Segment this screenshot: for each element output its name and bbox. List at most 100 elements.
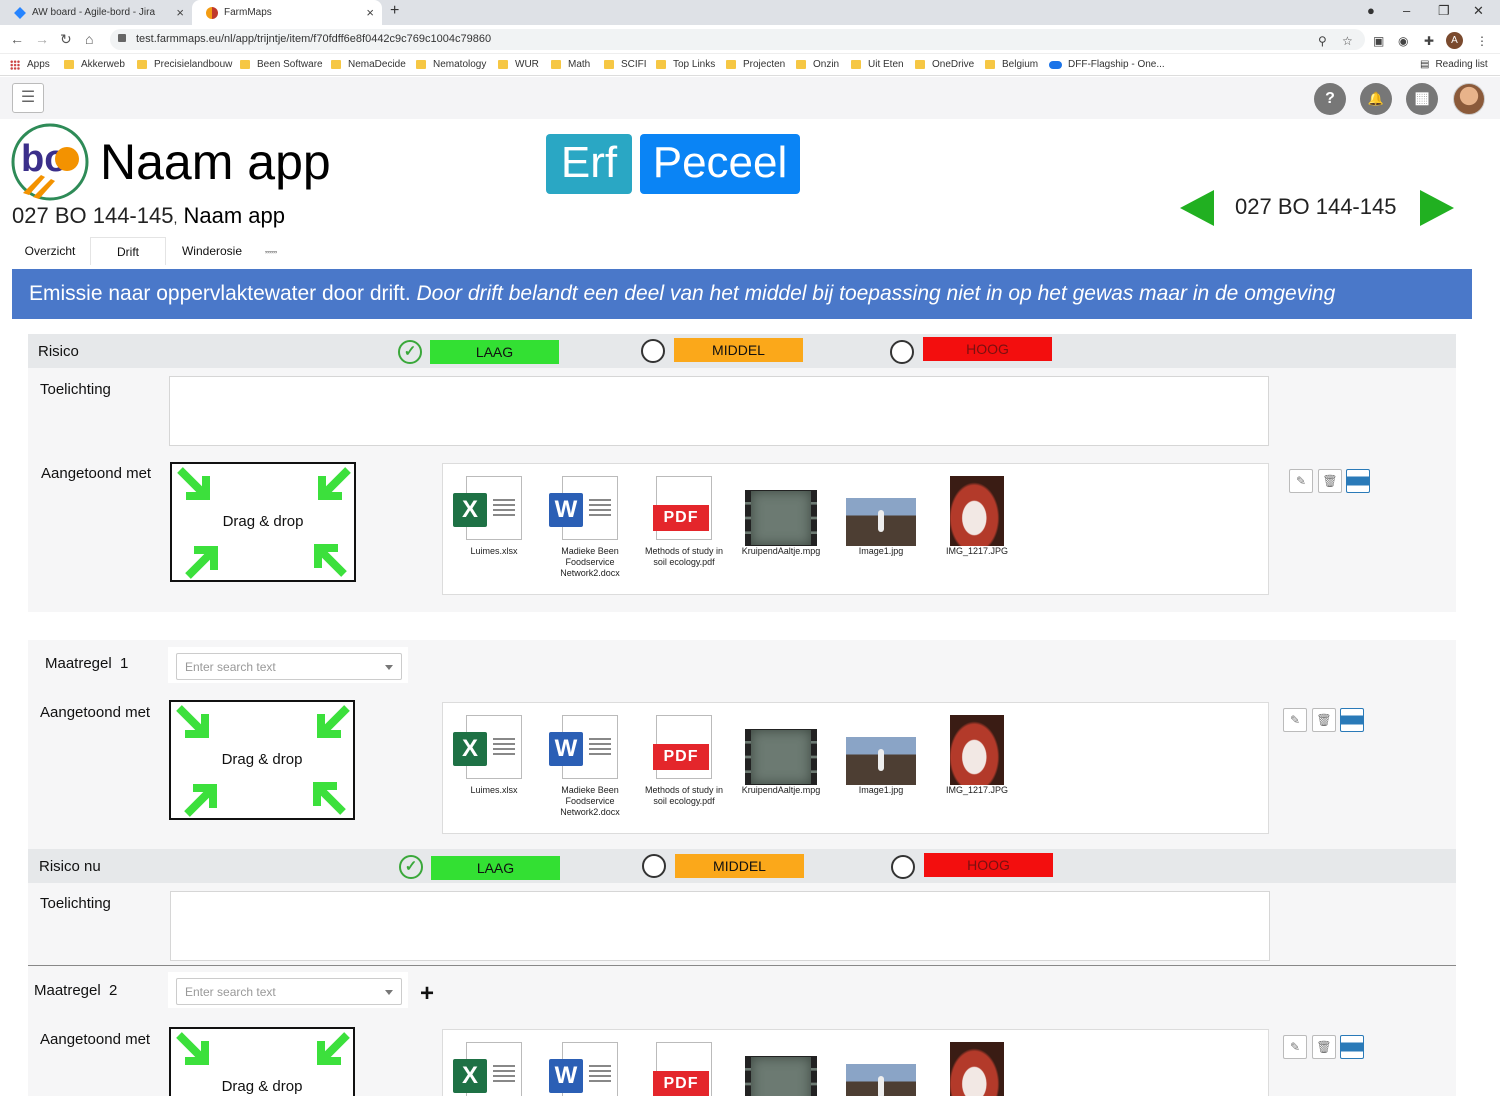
reading-list[interactable]: ▤ Reading list	[1420, 59, 1488, 70]
erf-button[interactable]: Erf	[546, 134, 632, 194]
next-arrow-icon[interactable]	[1420, 190, 1454, 226]
browser-tab-farmmaps[interactable]: FarmMaps ×	[192, 0, 382, 25]
edit-icon[interactable]: ✎	[1283, 1035, 1307, 1059]
bookmark-item[interactable]: NemaDecide	[331, 59, 406, 70]
risk-hoog[interactable]: HOOG	[924, 853, 1053, 877]
puzzle-icon[interactable]: ✚	[1424, 34, 1434, 48]
toelichting-textarea[interactable]	[170, 891, 1270, 961]
bookmark-item[interactable]: Math	[551, 59, 590, 70]
file-item[interactable]: X Luimes.xlsx	[449, 715, 539, 796]
extension-icon[interactable]: ◉	[1398, 34, 1408, 48]
restore-icon[interactable]: ❐	[1438, 3, 1450, 19]
bookmark-apps[interactable]: Apps	[10, 59, 50, 70]
new-tab-button[interactable]: +	[390, 2, 399, 20]
user-avatar[interactable]	[1453, 83, 1485, 115]
file-item[interactable]: PDF	[639, 1042, 729, 1096]
tab-winderosie[interactable]: Winderosie	[172, 237, 252, 265]
previous-arrow-icon[interactable]	[1180, 190, 1214, 226]
bookmark-item[interactable]: Onzin	[796, 59, 839, 70]
radio-middel[interactable]	[641, 339, 665, 363]
perceel-button[interactable]: Peceel	[640, 134, 800, 194]
home-icon[interactable]: ⌂	[85, 31, 93, 47]
toelichting-textarea[interactable]	[169, 376, 1269, 446]
risk-middel[interactable]: MIDDEL	[674, 338, 803, 362]
trash-icon[interactable]: 🗑	[1312, 1035, 1336, 1059]
url-field[interactable]: test.farmmaps.eu/nl/app/trijntje/item/f7…	[110, 29, 1365, 50]
risk-laag[interactable]: LAAG	[431, 856, 560, 880]
bookmark-item[interactable]: Nematology	[416, 59, 486, 70]
file-item[interactable]: KruipendAaltje.mpg	[736, 476, 826, 557]
file-item[interactable]: W Madieke Been Foodservice Network2.docx	[545, 715, 635, 818]
chevron-down-icon[interactable]	[385, 990, 393, 995]
checked-radio-icon[interactable]: ✓	[399, 855, 423, 879]
file-item[interactable]: PDF Methods of study in soil ecology.pdf	[639, 715, 729, 807]
risk-middel[interactable]: MIDDEL	[675, 854, 804, 878]
window-close-icon[interactable]: ✕	[1473, 3, 1484, 19]
tab-drift[interactable]: Drift	[90, 237, 166, 265]
chevron-down-icon[interactable]	[385, 665, 393, 670]
browser-tab-jira[interactable]: AW board - Agile-bord - Jira ×	[0, 0, 192, 25]
star-icon[interactable]: ☆	[1342, 34, 1353, 48]
file-item[interactable]	[836, 1042, 926, 1096]
bookmark-item[interactable]: Top Links	[656, 59, 715, 70]
edit-icon[interactable]: ✎	[1283, 708, 1307, 732]
file-item[interactable]: IMG_1217.JPG	[932, 476, 1022, 557]
radio-hoog[interactable]	[890, 340, 914, 364]
close-icon[interactable]: ×	[176, 5, 184, 20]
profile-avatar[interactable]: A	[1446, 32, 1463, 49]
trash-icon[interactable]: 🗑	[1318, 469, 1342, 493]
back-icon[interactable]: ←	[10, 31, 24, 47]
radio-hoog[interactable]	[891, 855, 915, 879]
bookmark-item[interactable]: Been Software	[240, 59, 323, 70]
file-item[interactable]: X	[449, 1042, 539, 1096]
minimize-icon[interactable]: –	[1403, 3, 1410, 18]
image-icon[interactable]	[1346, 469, 1370, 493]
drag-drop-zone[interactable]: Drag & drop	[169, 700, 355, 820]
file-item[interactable]: W Madieke Been Foodservice Network2.docx	[545, 476, 635, 579]
tab-search-icon[interactable]: ●	[1367, 3, 1375, 18]
bookmark-item[interactable]: Belgium	[985, 59, 1038, 70]
extension-icon[interactable]: ▣	[1373, 34, 1384, 48]
file-item[interactable]: Image1.jpg	[836, 715, 926, 796]
image-icon[interactable]	[1340, 1035, 1364, 1059]
help-icon[interactable]: ?	[1314, 83, 1346, 115]
add-measure-button[interactable]: +	[420, 980, 434, 1008]
file-item[interactable]	[932, 1042, 1022, 1096]
checked-radio-icon[interactable]: ✓	[398, 340, 422, 364]
trash-icon[interactable]: 🗑	[1312, 708, 1336, 732]
reload-icon[interactable]: ↻	[60, 31, 72, 48]
drag-drop-zone[interactable]: Drag & drop	[169, 1027, 355, 1096]
close-icon[interactable]: ×	[366, 5, 374, 20]
file-item[interactable]	[736, 1042, 826, 1096]
bookmark-item[interactable]: Projecten	[726, 59, 785, 70]
radio-middel[interactable]	[642, 854, 666, 878]
drag-drop-zone[interactable]: Drag & drop	[170, 462, 356, 582]
tab-more[interactable]: ‚‚‚‚‚‚	[256, 237, 286, 265]
bookmark-item[interactable]: WUR	[498, 59, 539, 70]
file-item[interactable]: KruipendAaltje.mpg	[736, 715, 826, 796]
risk-laag[interactable]: LAAG	[430, 340, 559, 364]
file-item[interactable]: X Luimes.xlsx	[449, 476, 539, 557]
maatregel-1-search[interactable]: Enter search text	[176, 653, 402, 680]
file-item[interactable]: IMG_1217.JPG	[932, 715, 1022, 796]
bookmark-item[interactable]: OneDrive	[915, 59, 974, 70]
bookmark-item[interactable]: DFF-Flagship - One...	[1049, 59, 1165, 70]
file-item[interactable]: Image1.jpg	[836, 476, 926, 557]
tab-overzicht[interactable]: Overzicht	[12, 237, 88, 265]
location-icon[interactable]: ⚲	[1318, 34, 1327, 48]
file-item[interactable]: W	[545, 1042, 635, 1096]
maatregel-2-search[interactable]: Enter search text	[176, 978, 402, 1005]
forward-icon[interactable]: →	[35, 31, 49, 47]
bookmark-item[interactable]: Uit Eten	[851, 59, 904, 70]
hamburger-menu-icon[interactable]: ☰	[12, 83, 44, 113]
apps-grid-icon[interactable]: ▦	[1406, 83, 1438, 115]
bookmark-item[interactable]: Akkerweb	[64, 59, 125, 70]
file-item[interactable]: PDF Methods of study in soil ecology.pdf	[639, 476, 729, 568]
edit-icon[interactable]: ✎	[1289, 469, 1313, 493]
bookmark-item[interactable]: Precisielandbouw	[137, 59, 232, 70]
bell-icon[interactable]: 🔔	[1360, 83, 1392, 115]
kebab-menu-icon[interactable]: ⋮	[1476, 34, 1488, 48]
risk-hoog[interactable]: HOOG	[923, 337, 1052, 361]
bookmark-item[interactable]: SCIFI	[604, 59, 647, 70]
image-icon[interactable]	[1340, 708, 1364, 732]
